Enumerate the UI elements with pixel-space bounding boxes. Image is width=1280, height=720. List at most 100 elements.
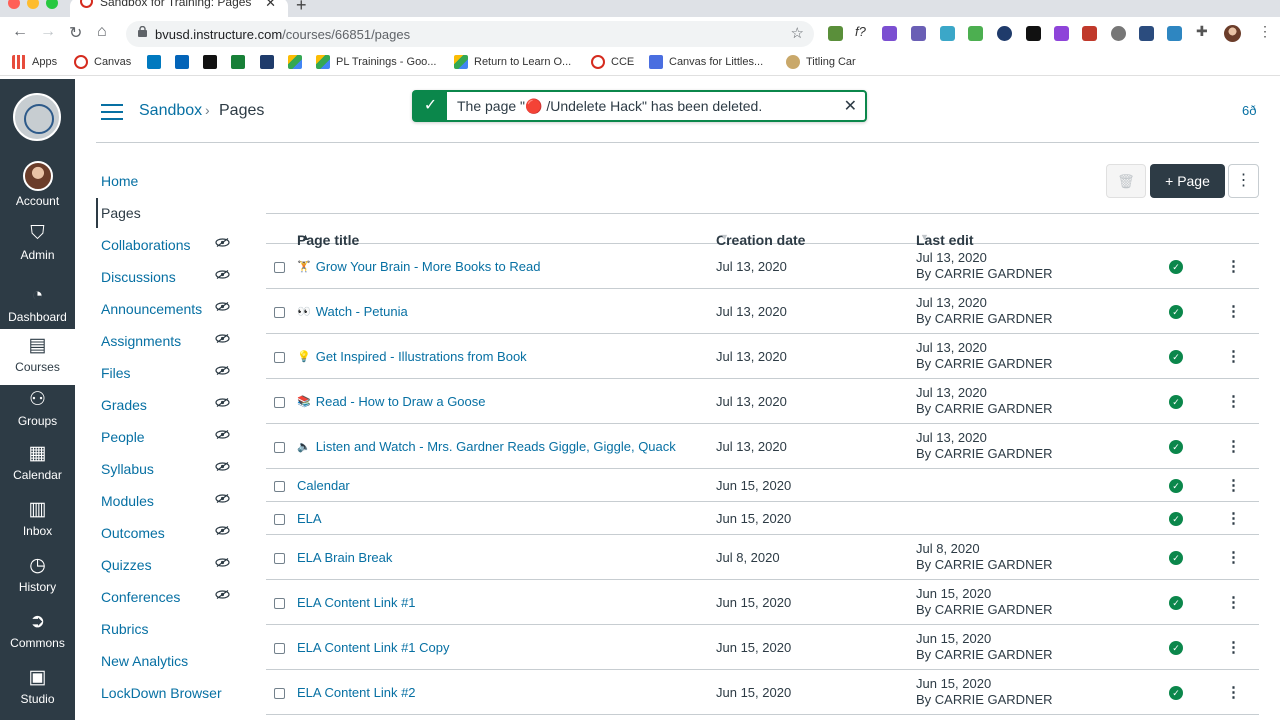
extension-tw-icon[interactable] bbox=[882, 26, 897, 41]
row-select-checkbox[interactable] bbox=[274, 481, 285, 492]
global-nav-groups[interactable]: ⚇ Groups bbox=[0, 389, 75, 428]
global-nav-commons[interactable]: ➲ Commons bbox=[0, 611, 75, 650]
page-title-link[interactable]: 📚 Read - How to Draw a Goose bbox=[297, 394, 486, 409]
course-nav-collaborations[interactable]: Collaborations bbox=[101, 237, 191, 253]
bookmark-star-icon[interactable]: ☆ bbox=[791, 24, 804, 42]
published-check-icon[interactable]: ✓ bbox=[1169, 686, 1183, 700]
maximize-window-button[interactable] bbox=[46, 0, 58, 9]
course-nav-discussions[interactable]: Discussions bbox=[101, 269, 176, 285]
published-check-icon[interactable]: ✓ bbox=[1169, 641, 1183, 655]
course-nav-quizzes[interactable]: Quizzes bbox=[101, 557, 152, 573]
extension-circle-icon[interactable] bbox=[997, 26, 1012, 41]
published-check-icon[interactable]: ✓ bbox=[1169, 305, 1183, 319]
immersive-reader-icon[interactable]: 6ð bbox=[1242, 103, 1256, 118]
row-select-checkbox[interactable] bbox=[274, 307, 285, 318]
bookmark-cce[interactable]: CCE bbox=[591, 55, 634, 69]
course-nav-announcements[interactable]: Announcements bbox=[101, 301, 202, 317]
global-nav-courses[interactable]: ▤ Courses bbox=[0, 329, 75, 385]
new-tab-button[interactable]: + bbox=[296, 0, 307, 16]
bookmark-green[interactable] bbox=[231, 55, 245, 69]
published-check-icon[interactable]: ✓ bbox=[1169, 260, 1183, 274]
course-nav-lockdown-browser[interactable]: LockDown Browser bbox=[101, 685, 222, 701]
page-title-link[interactable]: ELA Content Link #1 Copy bbox=[297, 640, 450, 655]
extension-mail-icon[interactable] bbox=[1082, 26, 1097, 41]
bookmark-notes[interactable] bbox=[260, 55, 274, 69]
row-options-kebab-icon[interactable]: ⋮ bbox=[1226, 548, 1241, 566]
row-select-checkbox[interactable] bbox=[274, 688, 285, 699]
back-icon[interactable]: ← bbox=[12, 23, 28, 41]
row-options-kebab-icon[interactable]: ⋮ bbox=[1226, 509, 1241, 527]
course-nav-grades[interactable]: Grades bbox=[101, 397, 147, 413]
row-select-checkbox[interactable] bbox=[274, 598, 285, 609]
published-check-icon[interactable]: ✓ bbox=[1169, 596, 1183, 610]
page-title-link[interactable]: 👀 Watch - Petunia bbox=[297, 304, 408, 319]
extensions-puzzle-icon[interactable]: ✚ bbox=[1196, 23, 1211, 39]
minimize-window-button[interactable] bbox=[27, 0, 39, 9]
page-title-link[interactable]: ELA Content Link #1 bbox=[297, 595, 416, 610]
close-tab-icon[interactable]: ✕ bbox=[265, 0, 276, 11]
published-check-icon[interactable]: ✓ bbox=[1169, 512, 1183, 526]
page-title-link[interactable]: ELA Content Link #2 bbox=[297, 685, 416, 700]
course-nav-new-analytics[interactable]: New Analytics bbox=[101, 653, 188, 669]
row-select-checkbox[interactable] bbox=[274, 397, 285, 408]
page-title-link[interactable]: 🏋 Grow Your Brain - More Books to Read bbox=[297, 259, 540, 274]
extension-square-icon[interactable] bbox=[1026, 26, 1041, 41]
row-select-checkbox[interactable] bbox=[274, 352, 285, 363]
bookmark-pl-trainings[interactable]: PL Trainings - Goo... bbox=[316, 55, 436, 69]
extension-photo-icon[interactable] bbox=[1167, 26, 1182, 41]
row-options-kebab-icon[interactable]: ⋮ bbox=[1226, 392, 1241, 410]
profile-avatar[interactable] bbox=[1224, 25, 1241, 42]
page-title-link[interactable]: 🔈 Listen and Watch - Mrs. Gardner Reads G… bbox=[297, 439, 676, 454]
extension-cloud-icon[interactable] bbox=[940, 26, 955, 41]
published-check-icon[interactable]: ✓ bbox=[1169, 350, 1183, 364]
row-options-kebab-icon[interactable]: ⋮ bbox=[1226, 638, 1241, 656]
extension-gear-icon[interactable] bbox=[1111, 26, 1126, 41]
row-options-kebab-icon[interactable]: ⋮ bbox=[1226, 476, 1241, 494]
course-nav-pages[interactable]: Pages bbox=[101, 205, 141, 221]
extension-sheet-icon[interactable] bbox=[968, 26, 983, 41]
published-check-icon[interactable]: ✓ bbox=[1169, 395, 1183, 409]
bookmark-canvas-littles[interactable]: Canvas for Littles... bbox=[649, 55, 763, 69]
add-page-button[interactable]: + Page bbox=[1150, 164, 1225, 198]
bookmark-titling-car[interactable]: Titling Car bbox=[786, 55, 856, 69]
bookmark-drive[interactable] bbox=[288, 55, 302, 69]
global-nav-account[interactable]: Account bbox=[0, 161, 75, 208]
row-options-kebab-icon[interactable]: ⋮ bbox=[1226, 437, 1241, 455]
course-menu-toggle-icon[interactable] bbox=[101, 104, 123, 120]
published-check-icon[interactable]: ✓ bbox=[1169, 551, 1183, 565]
published-check-icon[interactable]: ✓ bbox=[1169, 479, 1183, 493]
page-title-link[interactable]: ELA Brain Break bbox=[297, 550, 392, 565]
bookmark-sharepoint[interactable] bbox=[175, 55, 189, 69]
row-options-kebab-icon[interactable]: ⋮ bbox=[1226, 257, 1241, 275]
course-nav-home[interactable]: Home bbox=[101, 173, 138, 189]
page-title-link[interactable]: 💡 Get Inspired - Illustrations from Book bbox=[297, 349, 527, 364]
bookmark-return-to-learn[interactable]: Return to Learn O... bbox=[454, 55, 571, 69]
bookmark-apps[interactable]: Apps bbox=[12, 55, 57, 69]
course-nav-files[interactable]: Files bbox=[101, 365, 131, 381]
row-select-checkbox[interactable] bbox=[274, 514, 285, 525]
row-select-checkbox[interactable] bbox=[274, 643, 285, 654]
forward-icon[interactable]: → bbox=[40, 23, 56, 41]
course-nav-conferences[interactable]: Conferences bbox=[101, 589, 180, 605]
page-title-link[interactable]: ELA bbox=[297, 511, 322, 526]
browser-menu-icon[interactable]: ⋮ bbox=[1258, 23, 1273, 39]
row-options-kebab-icon[interactable]: ⋮ bbox=[1226, 302, 1241, 320]
row-select-checkbox[interactable] bbox=[274, 442, 285, 453]
browser-tab[interactable]: Sandbox for Training: Pages ✕ bbox=[70, 0, 288, 17]
home-icon[interactable]: ⌂ bbox=[97, 23, 107, 41]
bookmark-trello[interactable] bbox=[147, 55, 161, 69]
row-options-kebab-icon[interactable]: ⋮ bbox=[1226, 593, 1241, 611]
extension-6d-icon[interactable] bbox=[1139, 26, 1154, 41]
course-nav-outcomes[interactable]: Outcomes bbox=[101, 525, 165, 541]
published-check-icon[interactable]: ✓ bbox=[1169, 440, 1183, 454]
row-options-kebab-icon[interactable]: ⋮ bbox=[1226, 347, 1241, 365]
extension-purple-icon[interactable] bbox=[1054, 26, 1069, 41]
reload-icon[interactable]: ↻ bbox=[69, 23, 82, 43]
extension-pen-icon[interactable] bbox=[828, 26, 843, 41]
course-nav-assignments[interactable]: Assignments bbox=[101, 333, 181, 349]
breadcrumb-course[interactable]: Sandbox bbox=[139, 102, 202, 120]
global-nav-calendar[interactable]: ▦ Calendar bbox=[0, 443, 75, 482]
course-nav-rubrics[interactable]: Rubrics bbox=[101, 621, 148, 637]
page-title-link[interactable]: Calendar bbox=[297, 478, 350, 493]
bookmark-dark[interactable] bbox=[203, 55, 217, 69]
